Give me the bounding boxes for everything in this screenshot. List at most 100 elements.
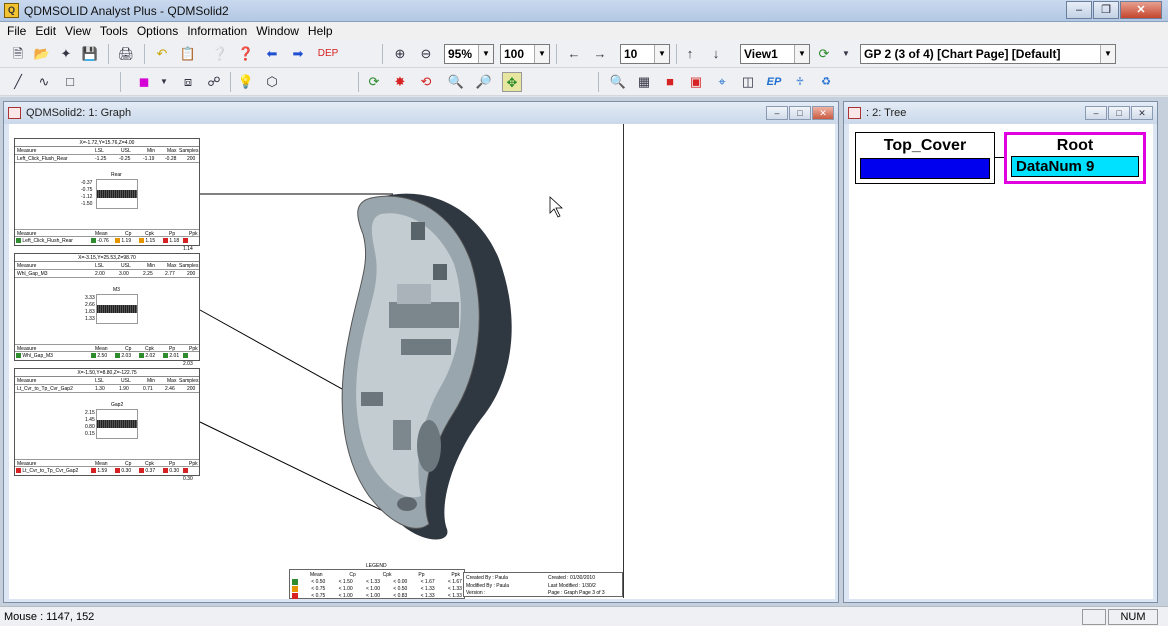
window-controls: – ❐ ✕ — [1066, 1, 1162, 19]
view-select[interactable]: View1 ▼ — [740, 44, 810, 64]
status-color-swatch — [115, 238, 120, 244]
tree-window-titlebar[interactable]: : 2: Tree – □ ✕ — [844, 102, 1157, 124]
next-arrow-icon[interactable]: → — [590, 44, 610, 64]
legend-header: Mean Cp Cpk Pp Ppk — [310, 572, 460, 578]
zoom-in-icon[interactable]: ⊕ — [390, 44, 410, 64]
inspect-icon[interactable]: 🔍 — [608, 72, 628, 92]
chevron-down-icon[interactable]: ▼ — [836, 44, 856, 64]
menu-view[interactable]: View — [62, 22, 97, 40]
legend-row: < 0.75 < 1.00 < 1.00 < 0.83 < 1.33 < 1.33 — [292, 593, 462, 599]
spin-icon[interactable]: ✸ — [390, 72, 410, 92]
menu-file[interactable]: File — [4, 22, 32, 40]
tree-node-root[interactable]: Root DataNum 9 — [1004, 132, 1146, 184]
stats-header-row: Measure Mean Cp Cpk Pp Ppk — [15, 229, 199, 237]
report-icon[interactable]: ▣ — [686, 72, 706, 92]
mouse-cursor-icon — [549, 196, 564, 218]
color-fill-icon[interactable]: ◼ — [134, 72, 154, 92]
mini-run-chart — [96, 409, 138, 439]
graph-close-button[interactable]: ✕ — [812, 106, 834, 120]
cube-view-icon[interactable]: ⧈ — [178, 72, 198, 92]
feature-box-2[interactable]: X=-3.15,Y=25.53,Z=98.70 Measure LSL USL … — [14, 253, 200, 367]
up-arrow-icon[interactable]: ↑ — [680, 44, 700, 64]
zoom-select[interactable]: 95% ▼ — [444, 44, 494, 64]
menu-help[interactable]: Help — [305, 22, 339, 40]
minimize-button[interactable]: – — [1066, 1, 1092, 19]
graph-window-title: QDMSolid2: 1: Graph — [26, 107, 132, 119]
copy-icon[interactable]: 📋 — [178, 44, 198, 64]
stats-row: Left_Click_Flush_Rear -0.76 1.19 1.15 1.… — [15, 237, 199, 252]
stats-row: Lt_Cvr_to_Tp_Cvr_Gap2 1.59 0.30 0.37 0.3… — [15, 467, 199, 482]
zoom-fit-icon[interactable]: 🔎 — [474, 72, 494, 92]
menu-tools[interactable]: Tools — [97, 22, 134, 40]
tree-close-button[interactable]: ✕ — [1131, 106, 1153, 120]
undo-icon[interactable]: ↶ — [152, 44, 172, 64]
menu-information[interactable]: Information — [184, 22, 253, 40]
help-icon[interactable]: ❓ — [236, 44, 256, 64]
menu-edit[interactable]: Edit — [32, 22, 62, 40]
page-border — [623, 124, 624, 598]
table-icon[interactable]: ▦ — [634, 72, 654, 92]
pan-icon[interactable]: ✥ — [502, 72, 522, 92]
percent-select[interactable]: 100 ▼ — [500, 44, 550, 64]
page-info-box: Created By : Paula Modified By : Paula V… — [463, 572, 623, 597]
annotate-tool-icon[interactable]: ♻ — [816, 72, 836, 92]
graph-window-titlebar[interactable]: QDMSolid2: 1: Graph – □ ✕ — [4, 102, 838, 124]
menu-window[interactable]: Window — [253, 22, 305, 40]
status-color-swatch — [139, 238, 144, 244]
feature-coords: X=-3.15,Y=25.53,Z=98.70 — [15, 254, 199, 262]
save-icon[interactable]: 💾 — [80, 44, 100, 64]
graph-canvas[interactable]: X=-1.72,Y=15.76,Z=4.00 Measure LSL USL M… — [9, 124, 835, 599]
refresh-icon[interactable]: ⟲ — [416, 72, 436, 92]
zoom-out-icon[interactable]: ⊖ — [416, 44, 436, 64]
hint-icon[interactable]: ❔ — [210, 44, 230, 64]
print-icon[interactable]: 🖨 — [116, 44, 136, 64]
status-color-swatch — [163, 353, 168, 359]
tree-minimize-button[interactable]: – — [1085, 106, 1107, 120]
feature-box-3[interactable]: X=-1.50,Y=8.80,Z=-122.75 Measure LSL USL… — [14, 368, 200, 482]
chart-icon[interactable]: ■ — [660, 72, 680, 92]
tree-maximize-button[interactable]: □ — [1108, 106, 1130, 120]
new-file-icon[interactable]: 🗎 — [8, 44, 28, 64]
bulb-icon[interactable]: 💡 — [236, 72, 256, 92]
menu-options[interactable]: Options — [134, 22, 184, 40]
status-color-swatch — [91, 238, 96, 244]
chevron-down-icon[interactable]: ▼ — [154, 72, 174, 92]
maximize-button[interactable]: ❐ — [1093, 1, 1119, 19]
page-select[interactable]: GP 2 (3 of 4) [Chart Page] [Default] ▼ — [860, 44, 1116, 64]
forward-arrow-icon[interactable]: ➡ — [288, 44, 308, 64]
tree-node-top-cover[interactable]: Top_Cover — [855, 132, 995, 184]
points-icon[interactable]: ◫ — [738, 72, 758, 92]
ep-button[interactable]: EP — [764, 72, 784, 92]
close-button[interactable]: ✕ — [1120, 1, 1162, 19]
down-arrow-icon[interactable]: ↓ — [706, 44, 726, 64]
title-bar: Q QDMSOLID Analyst Plus - QDMSolid2 – ❐ … — [0, 0, 1168, 22]
feature-box-1[interactable]: X=-1.72,Y=15.76,Z=4.00 Measure LSL USL M… — [14, 138, 200, 252]
label-tool-icon[interactable]: ♱ — [790, 72, 810, 92]
prev-arrow-icon[interactable]: ← — [564, 44, 584, 64]
graph-minimize-button[interactable]: – — [766, 106, 788, 120]
chevron-down-icon: ▼ — [1100, 45, 1115, 63]
polyline-tool-icon[interactable]: ∿ — [34, 72, 54, 92]
rectangle-tool-icon[interactable]: □ — [60, 72, 80, 92]
link-icon[interactable]: ☍ — [204, 72, 224, 92]
back-arrow-icon[interactable]: ⬅ — [262, 44, 282, 64]
mini-chart-ticks: 3.33 2.66 1.83 1.33 — [85, 295, 95, 322]
view-options-icon[interactable]: ⟳ — [814, 44, 834, 64]
feature-coords: X=-1.50,Y=8.80,Z=-122.75 — [15, 369, 199, 377]
legend-row: < 0.50 < 1.50 < 1.33 < 0.00 < 1.67 < 1.67 — [292, 579, 462, 585]
shape-icon[interactable]: ⬡ — [262, 72, 282, 92]
magic-wand-icon[interactable]: ✦ — [56, 44, 76, 64]
count-select[interactable]: 10 ▼ — [620, 44, 670, 64]
dep-button[interactable]: DEP — [314, 44, 342, 64]
mini-chart-ticks: 2.15 1.45 0.80 0.15 — [85, 410, 95, 437]
status-color-swatch — [91, 468, 96, 474]
zoom-icon[interactable]: 🔍 — [446, 72, 466, 92]
rotate-icon[interactable]: ⟳ — [364, 72, 384, 92]
graph-maximize-button[interactable]: □ — [789, 106, 811, 120]
crosshair-icon[interactable]: ⌖ — [712, 72, 732, 92]
open-folder-icon[interactable]: 📂 — [32, 44, 52, 64]
line-tool-icon[interactable]: ╱ — [8, 72, 28, 92]
mini-run-chart — [96, 179, 138, 209]
mini-chart-title: M3 — [113, 287, 120, 293]
tree-canvas[interactable]: Top_Cover Root DataNum 9 — [849, 124, 1153, 599]
